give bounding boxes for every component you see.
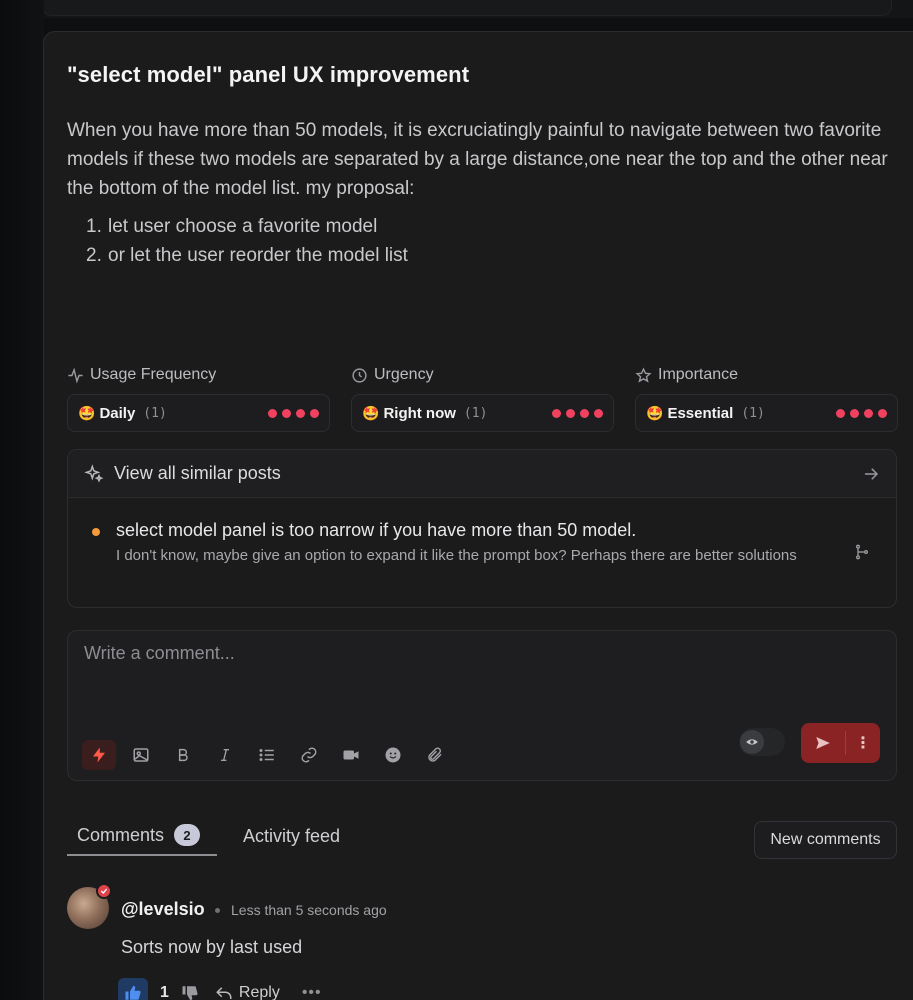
urgency-box[interactable]: 🤩 Right now (1) <box>351 394 614 432</box>
rating-dots <box>268 408 319 418</box>
clock-icon <box>352 367 367 383</box>
comment-author[interactable]: @levelsio <box>121 899 205 920</box>
importance-label: Importance <box>635 366 738 384</box>
star-struck-emoji: 🤩 <box>362 404 380 421</box>
similar-post-excerpt: I don't know, maybe give an option to ex… <box>116 547 797 564</box>
tab-activity-feed[interactable]: Activity feed <box>243 816 340 856</box>
usage-frequency-count: (1) <box>143 405 167 421</box>
importance-value: Essential <box>667 404 734 422</box>
rating-dots <box>836 408 887 418</box>
italic-icon[interactable] <box>208 740 242 770</box>
urgency-count: (1) <box>463 405 488 421</box>
left-gutter <box>0 0 44 1000</box>
reply-label: Reply <box>238 984 280 1000</box>
post-title: "select model" panel UX improvement <box>67 62 470 87</box>
like-count: 1 <box>160 984 169 1000</box>
urgency-value: Right now <box>383 404 456 422</box>
star-struck-emoji: 🤩 <box>78 404 96 421</box>
merge-branch-icon[interactable] <box>854 543 870 561</box>
reply-icon <box>216 987 232 999</box>
comment-timestamp: Less than 5 seconds ago <box>231 902 387 918</box>
post-description: When you have more than 50 models, it is… <box>67 120 888 199</box>
comment-actions: 1 Reply ••• <box>118 978 322 1000</box>
private-toggle[interactable] <box>739 728 785 756</box>
thumbs-up-icon[interactable] <box>118 978 148 1000</box>
usage-frequency-label: Usage Frequency <box>67 366 216 384</box>
usage-frequency-value: Daily <box>99 404 136 422</box>
status-dot <box>92 528 100 536</box>
urgency-label: Urgency <box>351 366 434 384</box>
similar-post-title: select model panel is too narrow if you … <box>116 520 637 540</box>
video-icon[interactable] <box>334 740 368 770</box>
send-icon <box>816 737 830 749</box>
bold-icon[interactable] <box>166 740 200 770</box>
comments-tabs: Comments 2 Activity feed <box>67 816 340 856</box>
view-all-similar-label: View all similar posts <box>114 463 281 483</box>
emoji-icon[interactable] <box>376 740 410 770</box>
thumbs-down-icon[interactable] <box>181 984 199 1000</box>
separator-dot <box>215 908 220 913</box>
tab-comments-label: Comments <box>77 824 165 845</box>
rating-dots <box>552 408 603 418</box>
proposal-item: 1. let user choose a favorite model <box>86 216 378 237</box>
arrow-right-icon <box>865 467 879 480</box>
importance-box[interactable]: 🤩 Essential (1) <box>635 394 898 432</box>
activity-icon <box>68 366 83 384</box>
star-struck-emoji: 🤩 <box>646 404 664 421</box>
previous-card-edge <box>42 0 892 16</box>
star-icon <box>635 366 652 383</box>
send-button[interactable] <box>801 723 845 763</box>
reply-button[interactable]: Reply <box>215 984 280 1000</box>
send-options-button[interactable]: ⋮ <box>846 723 880 763</box>
sparkles-icon <box>84 463 104 483</box>
similar-posts-panel: View all similar posts select model pane… <box>67 449 897 608</box>
comments-count-badge: 2 <box>174 824 201 846</box>
send-button-group: ⋮ <box>801 723 880 763</box>
eye-icon <box>740 730 764 754</box>
formatting-toolbar <box>82 740 460 770</box>
image-icon[interactable] <box>124 740 158 770</box>
paperclip-icon[interactable] <box>418 740 452 770</box>
link-icon[interactable] <box>292 740 326 770</box>
view-all-similar-posts-button[interactable]: View all similar posts <box>68 450 896 498</box>
proposal-item: 2. or let the user reorder the model list <box>86 245 408 266</box>
new-comments-button[interactable]: New comments <box>754 821 897 859</box>
importance-count: (1) <box>741 405 765 421</box>
comment-body: Sorts now by last used <box>121 937 303 957</box>
bullet-list-icon[interactable] <box>250 740 284 770</box>
comment-input[interactable] <box>84 643 874 703</box>
usage-frequency-box[interactable]: 🤩 Daily (1) <box>67 394 330 432</box>
tab-comments[interactable]: Comments 2 <box>67 816 217 856</box>
more-options-icon[interactable]: ••• <box>302 984 322 1000</box>
verified-badge-icon <box>96 883 112 899</box>
comment-composer: ⋮ <box>67 630 897 781</box>
proposal-list: 1. let user choose a favorite model 2. or … <box>86 212 408 270</box>
lightning-icon[interactable] <box>82 740 116 770</box>
